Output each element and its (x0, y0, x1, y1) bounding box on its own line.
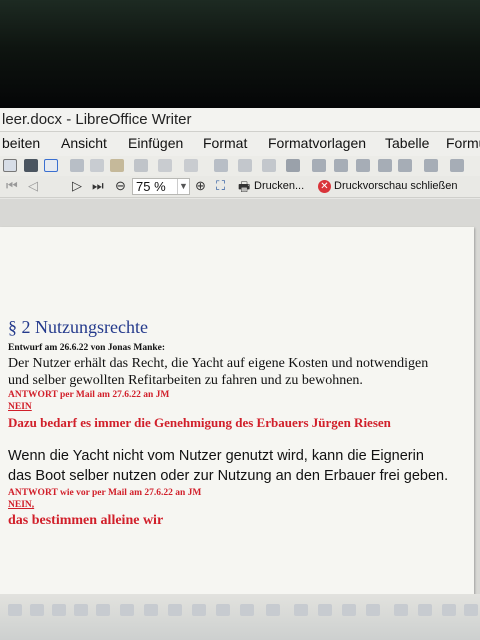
extrusion-icon[interactable] (464, 604, 478, 616)
fontwork-icon[interactable] (442, 604, 456, 616)
menu-format[interactable]: Format (203, 135, 247, 151)
close-preview-button[interactable]: Druckvorschau schließen (334, 180, 458, 192)
menu-formatvorlagen[interactable]: Formatvorlagen (268, 135, 366, 151)
insert-image-icon[interactable] (312, 159, 326, 172)
menu-tabelle[interactable]: Tabelle (385, 135, 429, 151)
cut-icon[interactable] (70, 159, 84, 172)
spelling-icon[interactable] (238, 159, 252, 172)
zoom-in-icon[interactable]: ⊕ (195, 178, 206, 194)
menu-bar: beiten Ansicht Einfügen Format Formatvor… (0, 132, 480, 156)
paragraph-2-line-1: Wenn die Yacht nicht vom Nutzer genutzt … (8, 448, 424, 464)
circle-icon[interactable] (240, 604, 254, 616)
insert-chart-icon[interactable] (334, 159, 348, 172)
menu-bearbeiten[interactable]: beiten (2, 135, 40, 151)
new-document-icon[interactable] (3, 159, 17, 172)
document-canvas: § 2 Nutzungsrechte Entwurf am 26.6.22 vo… (0, 199, 480, 597)
special-character-icon[interactable] (424, 159, 438, 172)
flowchart-icon[interactable] (294, 604, 308, 616)
insert-textbox-icon[interactable] (356, 159, 370, 172)
redo-icon[interactable] (184, 159, 198, 172)
callout-icon[interactable] (342, 604, 356, 616)
chevron-down-icon[interactable]: ▼ (177, 179, 189, 194)
select-icon[interactable] (8, 604, 22, 616)
block-arrows-icon[interactable] (266, 604, 280, 616)
next-page-icon[interactable]: ▷ (72, 178, 82, 194)
zoom-field[interactable]: 75 % ▼ (132, 178, 190, 195)
zoom-value: 75 % (136, 179, 166, 194)
page-break-icon[interactable] (378, 159, 392, 172)
menu-formular[interactable]: Formu (446, 135, 480, 151)
menu-ansicht[interactable]: Ansicht (61, 135, 107, 151)
insert-field-icon[interactable] (398, 159, 412, 172)
answer-2-text: das bestimmen alleine wir (8, 513, 164, 528)
hyperlink-icon[interactable] (450, 159, 464, 172)
answer-1-no: NEIN (8, 402, 32, 412)
libreoffice-window: leer.docx - LibreOffice Writer beiten An… (0, 108, 480, 640)
previous-page-icon[interactable]: ◁ (28, 178, 38, 194)
copy-icon[interactable] (90, 159, 104, 172)
drawing-toolbar (0, 594, 480, 640)
section-heading: § 2 Nutzungsrechte (8, 317, 148, 337)
print-icon[interactable]: 🖶 (238, 178, 250, 200)
find-replace-icon[interactable] (214, 159, 228, 172)
basic-shapes-icon[interactable] (144, 604, 158, 616)
ellipse-icon[interactable] (74, 604, 88, 616)
diamond-icon[interactable] (216, 604, 230, 616)
close-preview-icon[interactable]: ✕ (318, 180, 331, 193)
clone-formatting-icon[interactable] (134, 159, 148, 172)
star-icon[interactable] (318, 604, 332, 616)
zoom-out-icon[interactable]: ⊖ (115, 178, 126, 194)
print-preview-toolbar: ⏮ ◁ ▷ ⏭ ⊖ 75 % ▼ ⊕ ⛶ 🖶 Drucken... ✕ Druc… (0, 176, 480, 198)
title-bar: leer.docx - LibreOffice Writer (0, 108, 480, 132)
first-page-icon[interactable]: ⏮ (6, 178, 18, 194)
paragraph-1-line-2: und selber gewollten Refitarbeiten zu fa… (8, 373, 363, 388)
draft-meta: Entwurf am 26.6.22 von Jonas Manke: (8, 343, 166, 353)
answer-2-meta: ANTWORT wie vor per Mail am 27.6.22 an J… (8, 488, 202, 498)
fullscreen-icon[interactable]: ⛶ (216, 178, 225, 194)
answer-1-meta: ANTWORT per Mail am 27.6.22 an JM (8, 390, 170, 400)
polygon-icon[interactable] (96, 604, 110, 616)
print-preview-icon[interactable] (44, 159, 58, 172)
standard-toolbar (0, 156, 480, 176)
paste-icon[interactable] (110, 159, 124, 172)
answer-2-no: NEIN, (8, 500, 35, 510)
line-icon[interactable] (30, 604, 44, 616)
paragraph-1-line-1: Der Nutzer erhält das Recht, die Yacht a… (8, 356, 429, 371)
last-page-icon[interactable]: ⏭ (92, 178, 104, 194)
insert-table-icon[interactable] (286, 159, 300, 172)
print-button[interactable]: Drucken... (254, 180, 304, 192)
document-page: § 2 Nutzungsrechte Entwurf am 26.6.22 vo… (0, 227, 474, 597)
curve-icon[interactable] (120, 604, 134, 616)
symbol-shapes-icon[interactable] (192, 604, 206, 616)
formatting-marks-icon[interactable] (262, 159, 276, 172)
paragraph-2-line-2: das Boot selber nutzen oder zur Nutzung … (8, 468, 449, 484)
align-icon[interactable] (394, 604, 408, 616)
window-title: leer.docx - LibreOffice Writer (2, 111, 192, 128)
grid-icon[interactable] (366, 604, 380, 616)
monitor-bezel (0, 0, 480, 108)
triangle-icon[interactable] (168, 604, 182, 616)
print-icon[interactable] (24, 159, 38, 172)
arrange-icon[interactable] (418, 604, 432, 616)
undo-icon[interactable] (158, 159, 172, 172)
rectangle-icon[interactable] (52, 604, 66, 616)
menu-einfuegen[interactable]: Einfügen (128, 135, 183, 151)
answer-1-text: Dazu bedarf es immer die Genehmigung des… (8, 415, 391, 430)
